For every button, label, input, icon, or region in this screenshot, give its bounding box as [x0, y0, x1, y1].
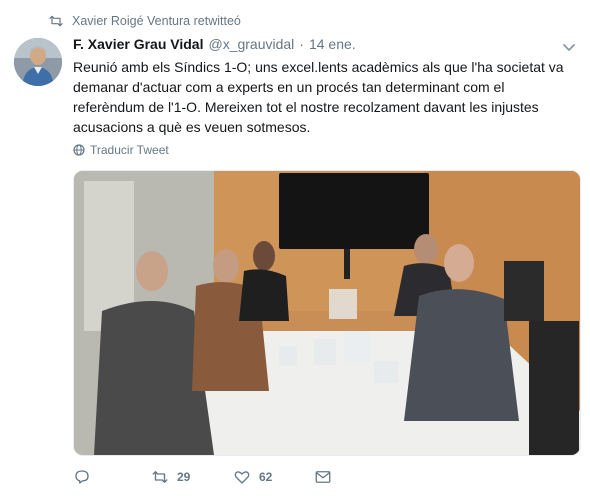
- reply-icon: [75, 470, 89, 484]
- like-button[interactable]: 62: [233, 466, 272, 488]
- reply-button[interactable]: [73, 466, 91, 488]
- retweet-icon: [152, 471, 168, 483]
- author-name[interactable]: F. Xavier Grau Vidal: [73, 36, 203, 52]
- avatar-image: [14, 38, 62, 86]
- globe-icon: [73, 144, 85, 156]
- like-count: 62: [259, 470, 273, 484]
- retweet-context: Xavier Roigé Ventura retwitteó: [48, 12, 241, 30]
- heart-icon: [234, 471, 250, 484]
- meeting-photo: [74, 171, 580, 455]
- tweet-actions: 29 62: [73, 466, 573, 488]
- chevron-down-icon[interactable]: [562, 40, 576, 54]
- translate-label: Traducir Tweet: [90, 143, 169, 157]
- retweet-button[interactable]: 29: [151, 466, 190, 488]
- retweet-icon: [49, 15, 63, 27]
- tweet-photo[interactable]: [73, 170, 581, 456]
- retweeted-by-text: Xavier Roigé Ventura retwitteó: [72, 14, 241, 28]
- tweet-date[interactable]: 14 ene.: [309, 36, 356, 52]
- tweet-header: F. Xavier Grau Vidal @x_grauvidal · 14 e…: [73, 36, 576, 56]
- retweet-count: 29: [177, 470, 191, 484]
- message-icon: [315, 471, 331, 483]
- author-handle[interactable]: @x_grauvidal: [208, 36, 294, 52]
- separator-dot: ·: [299, 36, 304, 52]
- translate-tweet-link[interactable]: Traducir Tweet: [73, 143, 169, 157]
- avatar[interactable]: [14, 38, 62, 86]
- tweet-text: Reunió amb els Síndics 1-O; uns excel.le…: [73, 59, 564, 135]
- direct-message-button[interactable]: [314, 466, 332, 488]
